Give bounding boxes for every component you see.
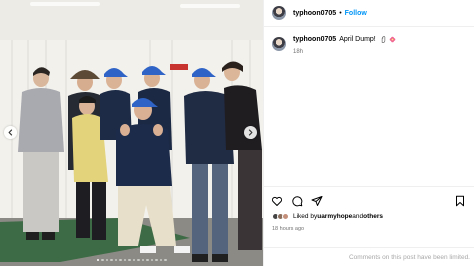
caption-avatar[interactable]: [272, 37, 286, 51]
carousel-dot: [114, 258, 117, 261]
carousel-dot: [146, 258, 149, 261]
carousel-dot: [96, 258, 99, 261]
chevron-left-icon: [8, 129, 13, 136]
caption-text: April Dump!: [339, 36, 376, 43]
author-username[interactable]: typhoon0705: [293, 10, 336, 17]
actions-divider: [264, 186, 474, 187]
carousel-dot: [137, 258, 140, 261]
likes-summary: Liked by uarmyhope and others: [272, 213, 383, 220]
post-header: typhoon0705 • Follow: [264, 0, 474, 27]
post-media[interactable]: [0, 0, 263, 266]
caption-timestamp: 18h: [293, 49, 304, 55]
likes-others-link[interactable]: others: [363, 213, 383, 220]
carousel-dot: [132, 258, 135, 261]
carousel-dot: [155, 258, 158, 261]
carousel-dot: [101, 258, 104, 261]
carousel-dot: [105, 258, 108, 261]
bookmark-icon[interactable]: [454, 195, 466, 207]
likes-conjunction: and: [352, 213, 364, 220]
liker-avatar: [282, 213, 289, 220]
hand-emoji-icon: [381, 36, 385, 43]
carousel-indicator: [0, 258, 263, 261]
send-icon[interactable]: [311, 195, 323, 207]
comment-icon[interactable]: [291, 195, 303, 207]
carousel-dot: [119, 258, 122, 261]
carousel-next-button[interactable]: [244, 126, 257, 139]
flower-emoji-icon: [389, 36, 396, 43]
carousel-dot: [141, 258, 144, 261]
post-photo: [0, 0, 263, 266]
chevron-right-icon: [248, 129, 253, 136]
carousel-dot: [159, 258, 162, 261]
author-avatar[interactable]: [272, 6, 286, 20]
post-info-panel: typhoon0705 • Follow typhoon0705 April D…: [263, 0, 474, 266]
carousel-dot: [150, 258, 153, 261]
carousel-dot: [123, 258, 126, 261]
likes-prefix: Liked by: [293, 213, 318, 220]
comments-limited-notice: Comments on this post have been limited.: [348, 253, 470, 261]
liker-username[interactable]: uarmyhope: [317, 213, 352, 220]
carousel-dot: [110, 258, 113, 261]
carousel-prev-button[interactable]: [4, 126, 17, 139]
heart-icon[interactable]: [271, 195, 283, 207]
liker-avatars[interactable]: [272, 213, 289, 220]
header-separator: •: [339, 9, 342, 17]
caption-username[interactable]: typhoon0705: [293, 36, 336, 43]
follow-button[interactable]: Follow: [345, 10, 367, 17]
carousel-dot: [128, 258, 131, 261]
carousel-dot: [164, 258, 167, 261]
post-actions: [271, 195, 323, 207]
post-caption: typhoon0705 April Dump! 18h: [272, 36, 396, 55]
post-timestamp[interactable]: 18 hours ago: [272, 226, 304, 232]
comment-area: Comments on this post have been limited.: [264, 247, 474, 266]
